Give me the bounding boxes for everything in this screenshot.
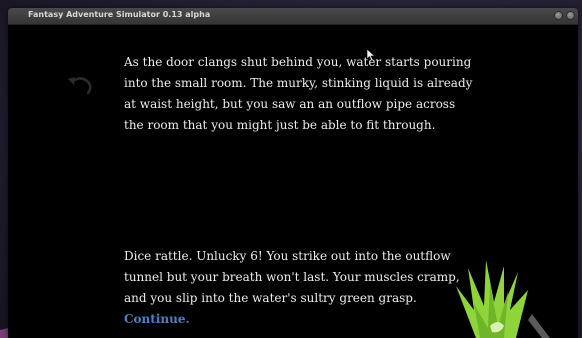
story-paragraph-2-text: Dice rattle. Unlucky 6! You strike out i… [124, 249, 460, 305]
undo-arrow-icon[interactable] [64, 73, 94, 97]
minimize-button[interactable] [554, 11, 563, 20]
window-title: Fantasy Adventure Simulator 0.13 alpha [28, 10, 211, 19]
story-paragraph-2: Dice rattle. Unlucky 6! You strike out i… [124, 246, 474, 330]
title-bar[interactable]: Fantasy Adventure Simulator 0.13 alpha [8, 8, 578, 25]
green-plant-icon [456, 260, 550, 338]
story-paragraph-1: As the door clangs shut behind you, wate… [124, 55, 473, 132]
desktop-background: Fantasy Adventure Simulator 0.13 alpha A… [0, 0, 582, 338]
close-button[interactable] [566, 11, 575, 20]
continue-link[interactable]: Continue. [124, 312, 190, 326]
